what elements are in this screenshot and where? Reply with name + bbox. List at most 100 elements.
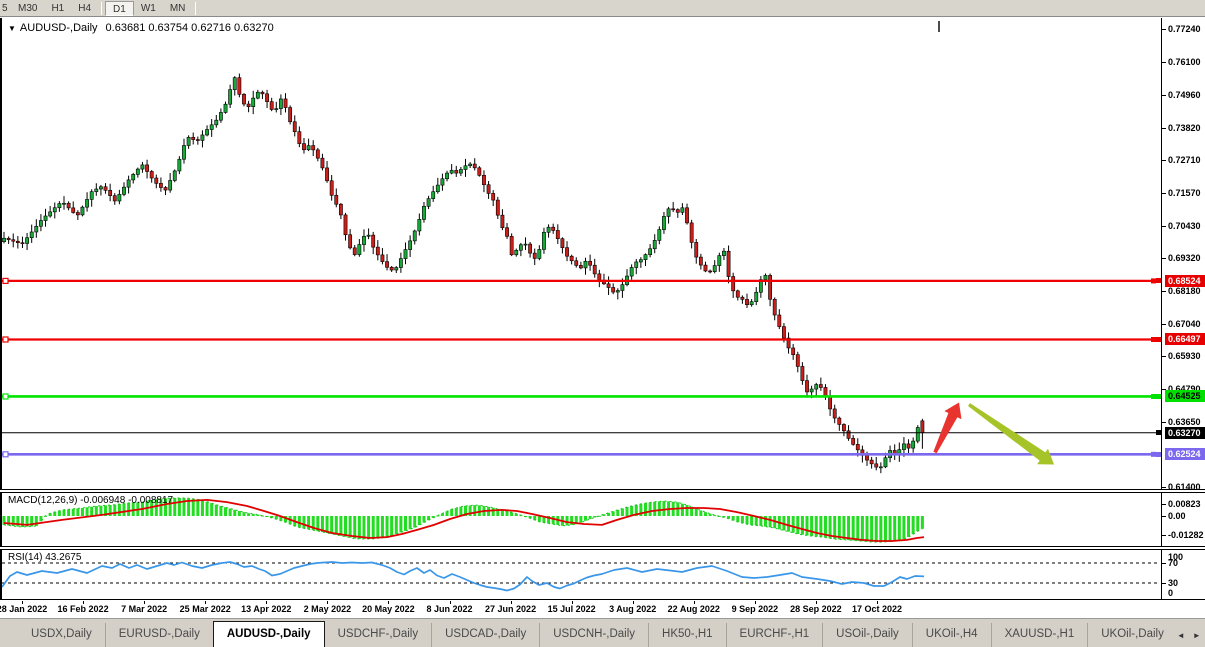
candle: [463, 165, 468, 170]
tab-usdx-daily[interactable]: USDX,Daily: [18, 623, 105, 647]
candle: [288, 107, 293, 123]
candle: [777, 314, 782, 327]
badge-anchor: [1156, 430, 1161, 436]
candle: [283, 98, 288, 108]
candle: [638, 259, 643, 263]
candle: [408, 240, 413, 250]
candle: [514, 249, 519, 256]
tab-ukoil-h4[interactable]: UKOil-,H4: [911, 623, 991, 647]
scroll-left-icon[interactable]: ◄: [1177, 631, 1185, 640]
scroll-right-icon[interactable]: ►: [1193, 631, 1201, 640]
candle: [394, 267, 399, 271]
price-tick: [1162, 159, 1166, 161]
date-label: 2 May 2022: [303, 604, 352, 614]
date-label: 20 May 2022: [362, 604, 415, 614]
price-tick-label: 0.68180: [1168, 285, 1201, 296]
macd-histogram-bar: [367, 516, 371, 540]
price-chart-panel[interactable]: ▼ AUDUSD-,Daily 0.63681 0.63754 0.62716 0.…: [0, 18, 1205, 492]
macd-axis[interactable]: 0.00823 0.00 -0.01282: [1161, 493, 1205, 546]
macd-histogram-bar: [233, 509, 237, 516]
macd-chart[interactable]: [2, 493, 1159, 546]
candle: [343, 214, 348, 236]
tab-xauusd-h1[interactable]: XAUUSD-,H1: [990, 623, 1088, 647]
candle: [454, 170, 459, 174]
macd-histogram-bar: [224, 507, 228, 516]
rsi-panel[interactable]: RSI(14) 43.2675 100 70 30 0: [0, 549, 1205, 600]
candle: [717, 255, 722, 266]
timeframe-button-d1[interactable]: D1: [105, 0, 134, 16]
macd-tick: [1162, 516, 1166, 517]
macd-panel[interactable]: MACD(12,26,9) -0.006948 -0.008817 0.0082…: [0, 492, 1205, 547]
rsi-axis[interactable]: 100 70 30 0: [1161, 550, 1205, 599]
tab-eurchf-h1[interactable]: EURCHF-,H1: [725, 623, 823, 647]
timeframe-button-w1[interactable]: W1: [134, 1, 163, 16]
candle: [2, 237, 6, 243]
candle: [145, 164, 149, 172]
macd-histogram-bar: [413, 516, 417, 528]
macd-histogram-bar: [763, 516, 767, 527]
candlestick-chart[interactable]: [2, 18, 1159, 488]
bullish-arrow[interactable]: [933, 402, 962, 454]
candle: [422, 205, 426, 220]
macd-histogram-bar: [847, 516, 851, 541]
candle: [338, 203, 343, 216]
candle: [883, 457, 888, 468]
candle: [385, 261, 389, 268]
date-axis[interactable]: 28 Jan 2022 16 Feb 2022 7 Mar 2022 25 Mar 2…: [0, 601, 1205, 617]
candle: [352, 247, 357, 255]
candle: [814, 384, 819, 390]
candle: [34, 225, 39, 233]
candle: [731, 276, 736, 292]
candle: [832, 408, 837, 419]
timeframe-button-h1[interactable]: H1: [44, 1, 71, 16]
macd-histogram-bar: [80, 507, 84, 516]
macd-histogram-bar: [71, 508, 75, 516]
date-label: 15 Jul 2022: [547, 604, 596, 614]
candle: [302, 143, 306, 151]
candle: [108, 190, 113, 196]
price-level-badge: 0.66497: [1165, 333, 1205, 346]
macd-histogram-bar: [805, 516, 809, 536]
candle: [657, 229, 662, 241]
macd-histogram-bar: [76, 508, 80, 516]
candle: [232, 77, 237, 90]
tab-eurusd-daily[interactable]: EURUSD-,Daily: [104, 623, 213, 647]
candle: [906, 443, 911, 449]
candle: [698, 256, 703, 266]
candle: [223, 103, 228, 113]
tab-ukoil-daily[interactable]: UKOil-,Daily: [1087, 623, 1177, 647]
timeframe-button-h4[interactable]: H4: [71, 1, 98, 16]
timeframe-button-5[interactable]: 5: [0, 1, 11, 16]
candle: [122, 186, 126, 195]
candle: [255, 91, 260, 99]
macd-histogram-bar: [588, 516, 592, 519]
tab-usdchf-daily[interactable]: USDCHF-,Daily: [325, 623, 432, 647]
candle: [842, 424, 846, 432]
candle: [523, 243, 528, 246]
macd-histogram-bar: [491, 507, 495, 516]
macd-histogram-bar: [390, 516, 394, 536]
macd-histogram-bar: [643, 503, 647, 516]
price-axis[interactable]: 0.77240 0.76100 0.74960 0.73820 0.72710 0.715…: [1156, 18, 1205, 492]
candle: [39, 220, 43, 227]
tab-usdcad-daily[interactable]: USDCAD-,Daily: [431, 623, 539, 647]
price-tick: [1162, 127, 1166, 129]
macd-histogram-bar: [380, 516, 384, 538]
timeframe-button-m30[interactable]: M30: [11, 1, 44, 16]
rsi-chart[interactable]: [2, 550, 1159, 599]
timeframe-button-mn[interactable]: MN: [163, 1, 193, 16]
chevron-down-icon[interactable]: ▼: [8, 24, 16, 33]
candle: [297, 131, 302, 144]
tab-hk50-h1[interactable]: HK50-,H1: [648, 623, 726, 647]
tab-audusd-daily[interactable]: AUDUSD-,Daily: [212, 621, 325, 647]
macd-histogram-bar: [920, 516, 924, 529]
macd-histogram-bar: [173, 497, 177, 516]
candle: [15, 240, 20, 243]
candle: [865, 455, 869, 461]
price-level-badge: 0.64525: [1165, 390, 1205, 403]
tab-usdcnh-daily[interactable]: USDCNH-,Daily: [539, 623, 648, 647]
macd-tick-label: -0.01282: [1168, 530, 1204, 541]
line-anchor: [2, 336, 9, 343]
tab-usoil-daily[interactable]: USOil-,Daily: [822, 623, 912, 647]
candle: [772, 298, 777, 316]
